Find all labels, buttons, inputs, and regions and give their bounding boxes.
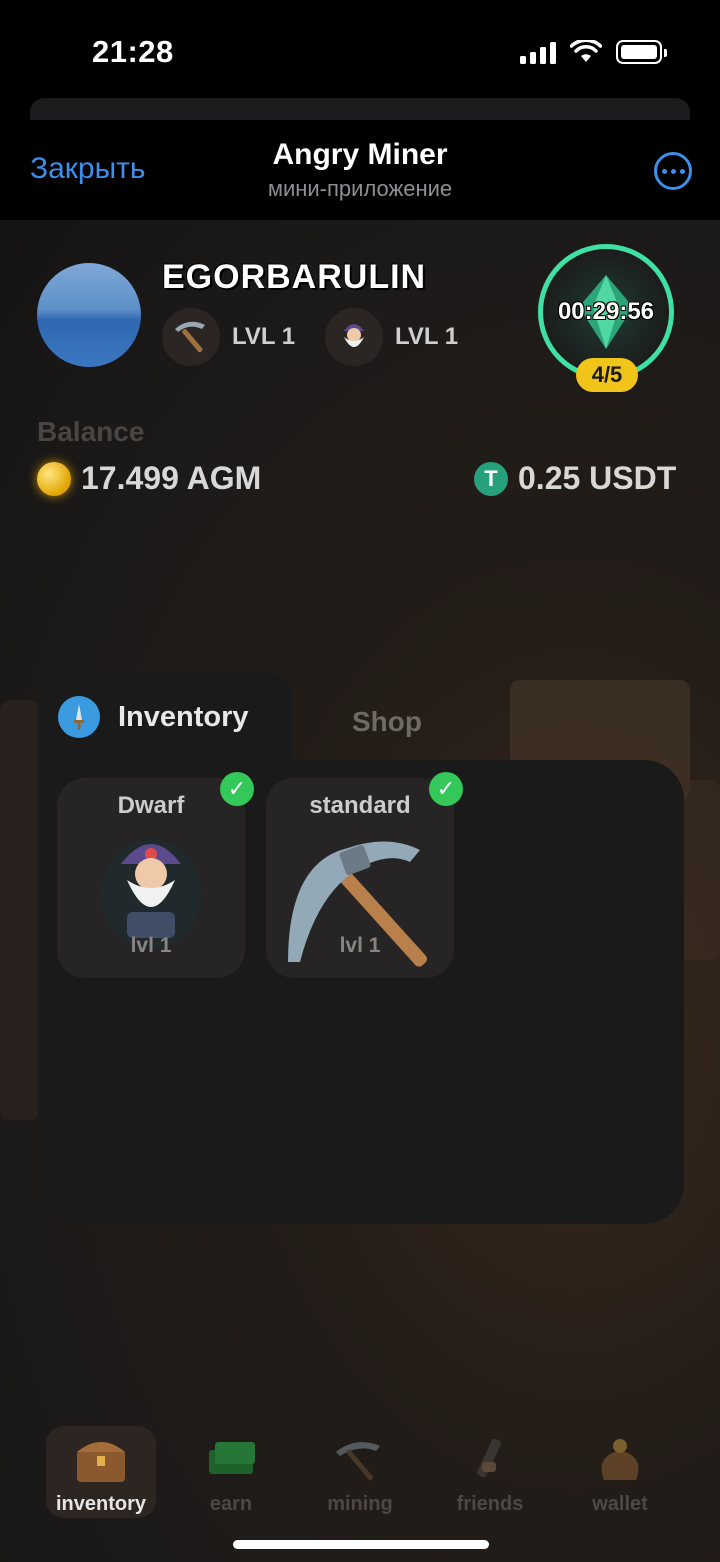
nav-friends[interactable]: friends — [435, 1426, 545, 1518]
nav-label: friends — [456, 1493, 524, 1515]
avatar[interactable] — [37, 263, 141, 367]
tether-icon: T — [474, 461, 508, 496]
battery-icon — [616, 40, 667, 64]
ellipsis-icon[interactable] — [654, 152, 692, 190]
item-name: standard — [309, 792, 411, 819]
usdt-balance: T 0.25 USDT — [474, 460, 676, 497]
dwarf-level-chip: LVL 1 — [325, 308, 458, 366]
sheet-edge — [30, 98, 690, 120]
wifi-icon — [570, 40, 602, 62]
app-title: Angry Miner — [272, 138, 448, 171]
handshake-icon — [477, 1438, 501, 1478]
status-bar: 21:28 — [0, 0, 720, 100]
tab-inventory[interactable]: Inventory — [38, 672, 293, 762]
coin-icon — [37, 461, 71, 496]
nav-label: inventory — [55, 1493, 147, 1515]
tab-shop[interactable]: Shop — [352, 706, 422, 738]
bottom-nav: inventory earn mining friends wallet — [0, 1420, 720, 1520]
dwarf-level: LVL 1 — [395, 323, 459, 350]
pickaxe-icon — [336, 1442, 380, 1481]
nav-inventory[interactable]: inventory — [46, 1426, 156, 1518]
miniapp-header: Закрыть Angry Miner мини-приложение — [0, 120, 720, 220]
nav-label: wallet — [592, 1493, 648, 1515]
equipped-check-icon: ✓ — [220, 772, 254, 806]
energy-badge: 4/5 — [576, 358, 638, 392]
nav-label: mining — [327, 1493, 393, 1515]
status-time: 21:28 — [92, 34, 174, 69]
timer-text: 00:29:56 — [557, 298, 655, 325]
usdt-value: 0.25 USDT — [518, 460, 677, 496]
equipped-check-icon: ✓ — [429, 772, 463, 806]
item-level: lvl 1 — [339, 934, 381, 957]
pickaxe-level-chip: LVL 1 — [162, 308, 295, 366]
signal-icon — [520, 40, 556, 64]
dagger-icon — [58, 696, 100, 738]
item-level: lvl 1 — [130, 934, 172, 957]
chest-icon — [77, 1442, 125, 1482]
pickaxe-level: LVL 1 — [232, 323, 296, 350]
app-subtitle: мини-приложение — [267, 176, 453, 201]
app-content: EGORBARULIN LVL 1 LVL 1 00:29:56 4/5 Bal… — [0, 220, 720, 1562]
pickaxe-icon — [162, 308, 220, 366]
item-name: Dwarf — [117, 792, 185, 819]
background-barrel — [0, 700, 40, 1120]
nav-wallet[interactable]: wallet — [565, 1426, 675, 1518]
balance-label: Balance — [37, 416, 145, 447]
nav-earn[interactable]: earn — [176, 1426, 286, 1518]
money-bag-icon — [601, 1439, 639, 1480]
agm-balance: 17.499 AGM — [37, 460, 261, 497]
tab-inventory-label: Inventory — [118, 700, 249, 733]
money-icon — [209, 1442, 255, 1474]
nav-mining[interactable]: mining — [305, 1426, 415, 1518]
nav-label: earn — [209, 1493, 253, 1515]
agm-value: 17.499 AGM — [81, 460, 262, 496]
status-icons — [520, 40, 667, 64]
home-indicator[interactable] — [233, 1540, 489, 1549]
username: EGORBARULIN — [162, 258, 427, 296]
dwarf-icon — [325, 308, 383, 366]
inventory-item-dwarf[interactable]: Dwarf lvl 1 — [57, 778, 245, 978]
inventory-item-pickaxe[interactable]: standard lvl 1 — [266, 778, 454, 978]
